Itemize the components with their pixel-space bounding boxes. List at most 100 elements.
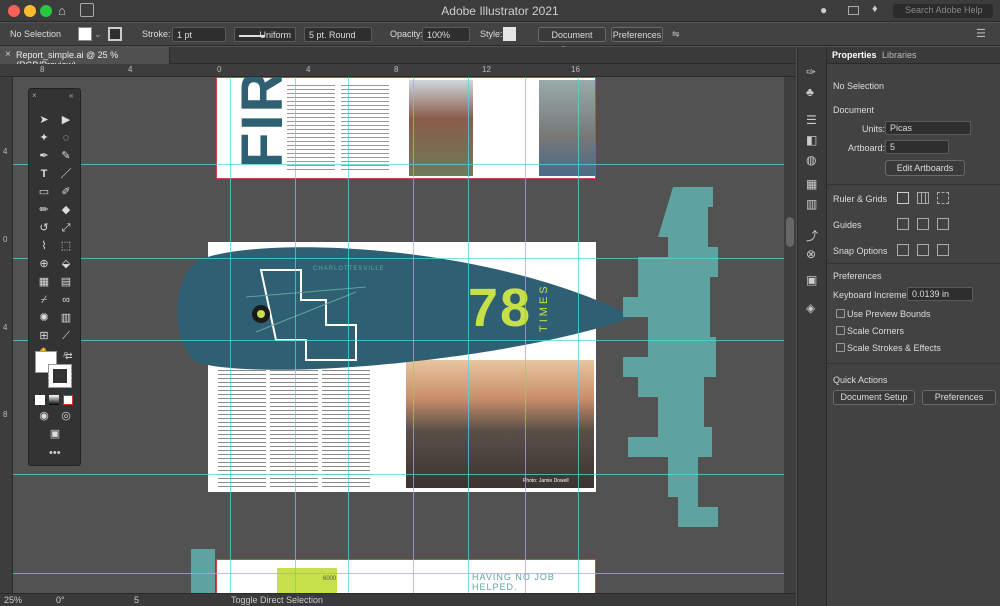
guide-horizontal[interactable]	[13, 474, 784, 475]
scrollbar-thumb[interactable]	[786, 217, 794, 247]
guide-vertical[interactable]	[230, 77, 231, 593]
panel-menu-icon[interactable]: ☰	[976, 27, 986, 42]
guide-vertical[interactable]	[413, 77, 414, 593]
line-tool-icon[interactable]: ／	[59, 167, 73, 181]
fill-swatch[interactable]	[78, 27, 92, 41]
scale-tool-icon[interactable]: ⤢	[59, 221, 73, 235]
document-tab[interactable]: × Report_simple.ai @ 25 % (RGB/Preview)	[0, 47, 170, 70]
perspective-grid-tool-icon[interactable]: ▦	[37, 275, 51, 289]
shape-builder-tool-icon[interactable]: ⊕	[37, 257, 51, 271]
shaper-tool-icon[interactable]: ✏	[37, 203, 51, 217]
guide-vertical[interactable]	[525, 77, 526, 593]
units-select[interactable]: Picas	[885, 121, 971, 135]
guide-vertical[interactable]	[578, 77, 579, 593]
stroke-weight-field[interactable]: 1 pt	[172, 27, 226, 42]
direct-selection-tool-icon[interactable]: ▶	[59, 113, 73, 127]
close-panel-icon[interactable]: ×	[32, 91, 37, 100]
live-paint-tool-icon[interactable]: ⬙	[59, 257, 73, 271]
user-icon[interactable]: ●	[820, 3, 827, 17]
search-help-input[interactable]: Search Adobe Help	[893, 4, 993, 18]
edit-toolbar-icon[interactable]: •••	[49, 447, 61, 459]
style-swatch[interactable]	[503, 27, 516, 41]
arrange-icon[interactable]: ⇋	[672, 27, 680, 42]
artboard-canvas[interactable]: FIR Photo: Jamie Dowell CHARLOTTESVILLE …	[13, 77, 784, 593]
artboard-tool-icon[interactable]: ⊞	[37, 329, 51, 343]
snap-to-pixel-icon[interactable]	[917, 244, 929, 256]
seafoam-shape[interactable]	[623, 182, 743, 532]
vertical-ruler[interactable]: 4 0 4 8	[0, 77, 13, 593]
artboard-number[interactable]: 5	[134, 595, 139, 605]
blend-tool-icon[interactable]: ∞	[59, 293, 73, 307]
type-tool-icon[interactable]: T	[37, 167, 51, 181]
chevron-down-icon[interactable]: ⌄	[94, 27, 102, 42]
grid-toggle-icon[interactable]	[917, 192, 929, 204]
selection-tool-icon[interactable]: ➤	[37, 113, 51, 127]
gradient-mode-icon[interactable]	[49, 395, 59, 405]
transparency-icon[interactable]: ◧	[806, 133, 817, 147]
curvature-tool-icon[interactable]: ✎	[59, 149, 73, 163]
swatches-icon[interactable]: ▥	[806, 197, 817, 211]
document-setup-button[interactable]: Document Setup	[538, 27, 606, 55]
keyboard-increment-field[interactable]: 0.0139 in	[907, 287, 973, 301]
rotate-tool-icon[interactable]: ↺	[37, 221, 51, 235]
scale-strokes-checkbox[interactable]	[836, 343, 845, 352]
links-icon[interactable]: ⊗	[806, 247, 816, 261]
opacity-field[interactable]: 100%	[422, 27, 470, 42]
workspace-icon[interactable]	[848, 6, 859, 15]
guide-vertical[interactable]	[348, 77, 349, 593]
guide-vertical[interactable]	[295, 77, 296, 593]
stroke-swatch[interactable]	[108, 27, 122, 41]
eraser-tool-icon[interactable]: ◆	[59, 203, 73, 217]
scale-corners-checkbox[interactable]	[836, 326, 845, 335]
horizontal-ruler[interactable]: 8 4 0 4 8 12 16	[0, 64, 796, 77]
discover-icon[interactable]: ♦	[872, 3, 878, 15]
warp-tool-icon[interactable]: ⌇	[37, 239, 51, 253]
tab-libraries[interactable]: Libraries	[882, 50, 917, 60]
layers-icon[interactable]: ◈	[806, 301, 815, 315]
swap-fill-stroke-icon[interactable]: ⇄	[65, 351, 73, 362]
rotation-value[interactable]: 0°	[56, 595, 65, 605]
guide-horizontal[interactable]	[13, 340, 784, 341]
screen-mode-icon[interactable]: ▣	[48, 427, 62, 441]
smart-guides-icon[interactable]	[937, 218, 949, 230]
brushes-icon[interactable]: ✑	[806, 65, 816, 79]
show-guides-icon[interactable]	[897, 218, 909, 230]
qa-preferences-button[interactable]: Preferences	[922, 390, 996, 405]
vertical-scrollbar[interactable]	[784, 77, 796, 593]
snap-to-point-icon[interactable]	[897, 244, 909, 256]
qa-document-setup-button[interactable]: Document Setup	[833, 390, 915, 405]
free-transform-tool-icon[interactable]: ⬚	[59, 239, 73, 253]
guide-horizontal[interactable]	[13, 258, 784, 259]
none-mode-icon[interactable]	[63, 395, 73, 405]
lasso-tool-icon[interactable]: ◌	[59, 131, 73, 145]
eyedropper-tool-icon[interactable]: ⌿	[37, 293, 51, 307]
lock-guides-icon[interactable]	[917, 218, 929, 230]
rulers-toggle-icon[interactable]	[897, 192, 909, 204]
brush-select[interactable]: 5 pt. Round	[304, 27, 372, 42]
magic-wand-tool-icon[interactable]: ✦	[37, 131, 51, 145]
edit-artboards-button[interactable]: Edit Artboards	[885, 160, 965, 176]
graph-tool-icon[interactable]: ▥	[59, 311, 73, 325]
preferences-button[interactable]: Preferences	[611, 27, 663, 42]
paintbrush-tool-icon[interactable]: ✐	[59, 185, 73, 199]
stroke-color-swatch[interactable]	[49, 365, 71, 387]
image-trace-icon[interactable]: ▣	[806, 273, 817, 287]
artboard-select[interactable]: 5	[885, 140, 949, 154]
color-mode-icon[interactable]	[35, 395, 45, 405]
gradient-tool-icon[interactable]: ▤	[59, 275, 73, 289]
guide-horizontal[interactable]	[13, 164, 784, 165]
appearance-icon[interactable]: ◍	[806, 153, 816, 167]
teal-lens-shape[interactable]	[176, 242, 636, 377]
slice-tool-icon[interactable]: ⟋	[59, 329, 73, 343]
symbols-icon[interactable]: ♣	[806, 85, 814, 99]
collapse-panel-icon[interactable]: «	[69, 91, 73, 100]
color-icon[interactable]: ▦	[806, 177, 817, 191]
symbol-sprayer-tool-icon[interactable]: ✺	[37, 311, 51, 325]
pen-tool-icon[interactable]: ✒	[37, 149, 51, 163]
artboard-bottom[interactable]: 6000 HAVING NO JOB HELPED.	[216, 559, 596, 593]
zoom-level[interactable]: 25%	[4, 595, 22, 605]
snap-to-glyph-icon[interactable]	[937, 244, 949, 256]
tab-properties[interactable]: Properties	[832, 50, 877, 60]
guide-horizontal[interactable]	[13, 573, 784, 574]
status-hint[interactable]: Toggle Direct Selection	[231, 595, 323, 605]
